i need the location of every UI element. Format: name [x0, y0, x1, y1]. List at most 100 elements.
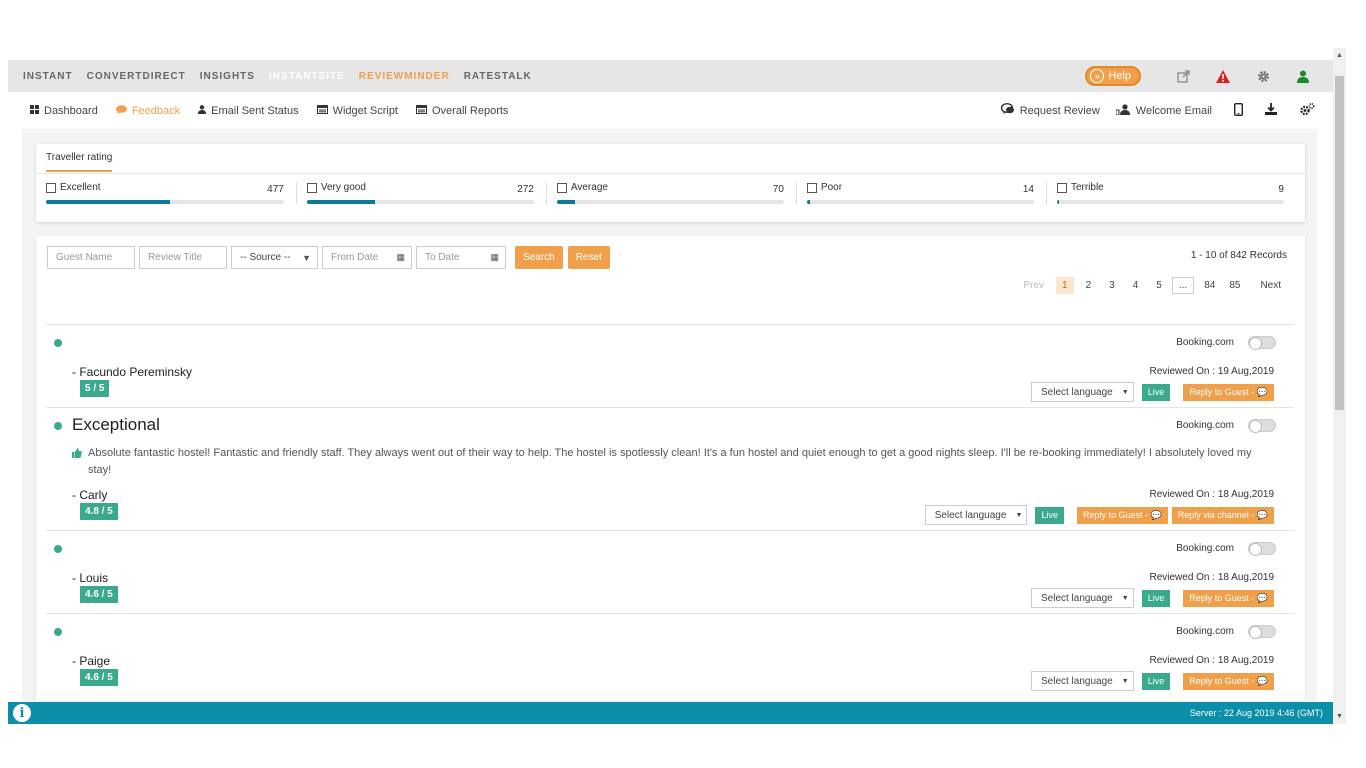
subnav-dashboard[interactable]: Dashboard [30, 104, 98, 117]
search-button[interactable]: Search [515, 246, 563, 269]
dashboard-icon [30, 104, 39, 117]
tab-traveller-rating[interactable]: Traveller rating [46, 152, 113, 172]
settings-icon[interactable] [1299, 102, 1315, 119]
from-date-input[interactable]: From Date ▦ [322, 246, 412, 269]
live-button[interactable]: Live [1141, 672, 1171, 690]
checkbox[interactable] [306, 182, 317, 193]
guest-name-input[interactable]: Guest Name [47, 246, 135, 269]
reply-via-channel-button[interactable]: Reply via channel - 💬 [1171, 506, 1274, 524]
guest-name: - Louis [72, 571, 109, 585]
rating-excellent[interactable]: Excellent 477 [46, 182, 296, 204]
subnav-welcome-email[interactable]: Welcome Email [1115, 103, 1212, 118]
publish-toggle[interactable] [1248, 542, 1276, 556]
rating-label: Very good [306, 182, 534, 193]
live-button[interactable]: Live [1141, 383, 1171, 401]
user-icon[interactable] [1283, 70, 1323, 83]
reply-to-guest-button[interactable]: Reply to Guest - 💬 [1183, 672, 1274, 690]
nav-reviewminder[interactable]: REVIEWMINDER [359, 71, 450, 82]
window-icon [316, 104, 328, 117]
gear-icon[interactable] [1243, 70, 1283, 83]
source-select[interactable]: -- Source -- ▼ [231, 246, 318, 269]
language-select[interactable]: Select language ▼ [1030, 382, 1134, 402]
reviewed-date: Reviewed On : 19 Aug,2019 [1149, 366, 1274, 377]
language-select[interactable]: Select language ▼ [924, 505, 1028, 525]
pager-page-1[interactable]: 1 [1056, 277, 1074, 294]
pager-page-4[interactable]: 4 [1127, 277, 1145, 294]
reply-to-guest-label: Reply to Guest - [1082, 510, 1148, 520]
reply-via-channel-label: Reply via channel - [1177, 510, 1255, 520]
rating-average[interactable]: Average 70 [545, 182, 796, 204]
reset-button[interactable]: Reset [567, 246, 610, 269]
status-dot [54, 422, 62, 430]
subnav-overall-reports[interactable]: Overall Reports [416, 104, 508, 117]
scroll-up-icon[interactable]: ▲ [1336, 52, 1343, 59]
subnav-widget-script[interactable]: Widget Script [316, 104, 398, 117]
subnav-email-sent-status-label: Email Sent Status [211, 104, 299, 117]
info-icon[interactable]: i [13, 704, 31, 722]
rating-very-good[interactable]: Very good 272 [295, 182, 546, 204]
review-source: Booking.com [1176, 337, 1234, 348]
rating-bar-fill [46, 200, 170, 204]
subnav-feedback[interactable]: Feedback [115, 104, 180, 117]
sub-navbar: Dashboard Feedback Email Sent Status Wid… [22, 92, 1317, 130]
page-scrollbar[interactable]: ▲ ▼ [1333, 48, 1346, 724]
pager-page-5[interactable]: 5 [1150, 277, 1168, 294]
review-source: Booking.com [1176, 420, 1234, 431]
pager-page-85[interactable]: 85 [1223, 277, 1246, 294]
status-dot [54, 628, 62, 636]
live-button[interactable]: Live [1141, 589, 1171, 607]
pager-page-2[interactable]: 2 [1080, 277, 1098, 294]
records-count: 1 - 10 of 842 Records [1190, 250, 1287, 261]
scroll-down-icon[interactable]: ▼ [1336, 713, 1343, 720]
comment-icon [115, 104, 127, 117]
help-button[interactable]: » Help [1085, 66, 1141, 86]
nav-convertdirect[interactable]: CONVERTDIRECT [87, 71, 186, 82]
nav-ratestalk[interactable]: RATESTALK [464, 71, 532, 82]
guest-name: - Facundo Pereminsky [72, 365, 193, 379]
status-dot [54, 339, 62, 347]
alert-icon[interactable] [1203, 69, 1243, 83]
review-actions: Select language ▼ Live Reply to Guest - 💬 [1030, 382, 1274, 402]
guest-name: - Paige [72, 654, 111, 668]
rating-terrible[interactable]: Terrible 9 [1045, 182, 1296, 204]
reply-to-guest-button[interactable]: Reply to Guest - 💬 [1183, 589, 1274, 607]
nav-insights[interactable]: INSIGHTS [200, 71, 255, 82]
caret-down-icon: ▼ [1015, 511, 1023, 519]
rating-poor[interactable]: Poor 14 [795, 182, 1046, 204]
nav-instantsite[interactable]: INSTANTSITE [269, 71, 345, 82]
pager-ellipsis[interactable]: ... [1171, 277, 1195, 294]
rating-label: Terrible [1056, 182, 1284, 193]
publish-toggle[interactable] [1248, 419, 1276, 433]
language-select[interactable]: Select language ▼ [1030, 671, 1134, 691]
checkbox[interactable] [46, 182, 56, 193]
publish-toggle[interactable] [1248, 625, 1276, 639]
download-icon[interactable] [1265, 103, 1277, 118]
pager-page-3[interactable]: 3 [1103, 277, 1121, 294]
to-date-input[interactable]: To Date ▦ [416, 246, 506, 269]
review-title-placeholder: Review Title [148, 252, 202, 263]
subnav-email-sent-status[interactable]: Email Sent Status [198, 104, 299, 117]
pager-page-84[interactable]: 84 [1198, 277, 1221, 294]
checkbox[interactable] [1056, 182, 1067, 193]
live-button[interactable]: Live [1035, 506, 1064, 524]
scrollbar-thumb[interactable] [1335, 76, 1344, 410]
nav-instant[interactable]: INSTANT [23, 71, 73, 82]
publish-toggle[interactable] [1248, 336, 1276, 350]
mobile-icon[interactable] [1233, 102, 1243, 119]
subnav-request-review[interactable]: Request Review [1000, 102, 1100, 118]
review-title-input[interactable]: Review Title [139, 246, 227, 269]
checkbox[interactable] [806, 182, 817, 193]
checkbox[interactable] [556, 182, 567, 193]
pager-prev[interactable]: Prev [1017, 277, 1050, 294]
reply-to-guest-label: Reply to Guest - [1189, 676, 1255, 686]
reply-to-guest-button[interactable]: Reply to Guest - 💬 [1183, 383, 1274, 401]
review-source: Booking.com [1176, 626, 1234, 637]
pager-next[interactable]: Next [1254, 277, 1287, 294]
reply-to-guest-button[interactable]: Reply to Guest - 💬 [1076, 506, 1168, 524]
review-body: Absolute fantastic hostel! Fantastic and… [72, 445, 1276, 479]
reviewed-date: Reviewed On : 18 Aug,2019 [1149, 655, 1274, 666]
language-select[interactable]: Select language ▼ [1030, 588, 1134, 608]
language-select-value: Select language [1040, 386, 1113, 398]
top-navbar: INSTANT CONVERTDIRECT INSIGHTS INSTANTSI… [8, 60, 1333, 92]
external-link-icon[interactable] [1163, 69, 1203, 83]
